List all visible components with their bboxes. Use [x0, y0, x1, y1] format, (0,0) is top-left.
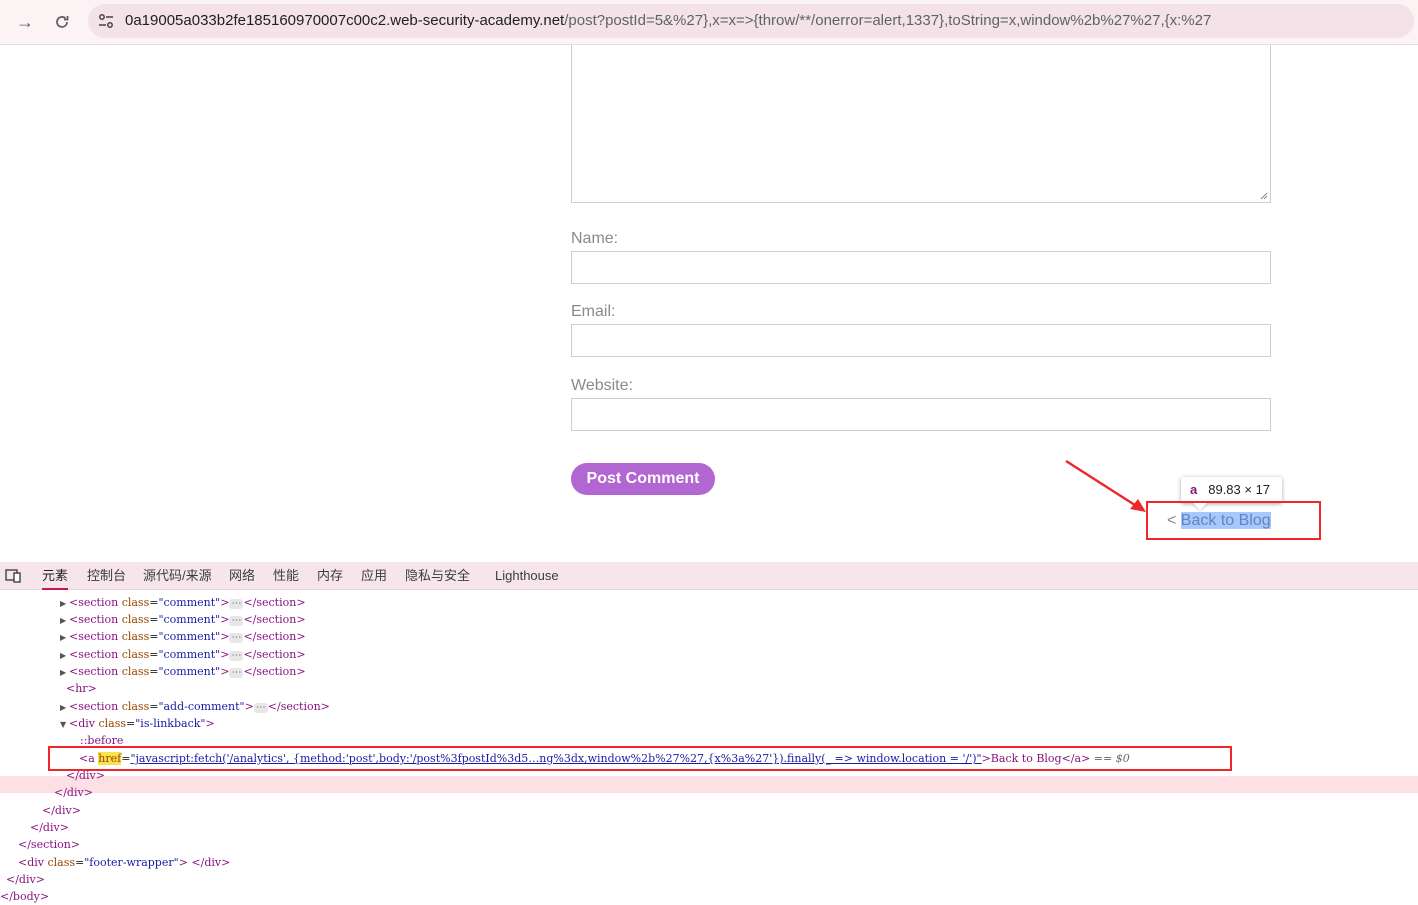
expand-arrow-icon[interactable]: ▶ [60, 595, 69, 612]
email-field[interactable] [571, 324, 1271, 357]
dom-node-close-div[interactable]: </div> [54, 784, 93, 801]
dom-node-close-section[interactable]: </section> [18, 836, 80, 853]
website-label: Website: [571, 377, 633, 394]
email-label: Email: [571, 303, 616, 320]
page-content: Name: Email: Website: Post Comment a 89.8… [0, 45, 1418, 562]
name-label: Name: [571, 230, 619, 247]
post-comment-button[interactable]: Post Comment [571, 463, 715, 495]
url-text[interactable]: 0a19005a033b2fe185160970007c00c2.web-sec… [125, 12, 1211, 29]
dom-node-comment[interactable]: ▶ <section class="comment"> ⋯ </section> [60, 594, 306, 611]
tab-network[interactable]: 网络 [229, 562, 255, 590]
tab-privacy-security[interactable]: 隐私与安全 [405, 562, 470, 590]
dom-node-comment[interactable]: ▶ <section class="comment"> ⋯ </section> [60, 663, 306, 680]
comment-textarea[interactable] [571, 45, 1271, 203]
website-field[interactable] [571, 398, 1271, 431]
ellipsis-icon[interactable]: ⋯ [229, 616, 244, 626]
site-settings-icon[interactable] [96, 11, 116, 31]
devtools-tabbar: 元素 控制台 源代码/来源 网络 性能 内存 应用 隐私与安全 Lighthou… [0, 562, 1418, 590]
device-toolbar-icon[interactable] [5, 569, 21, 583]
dom-node-close-body[interactable]: </body> [0, 888, 49, 905]
browser-toolbar: → 0a19005a033b2fe185160970007c00c2.web-s… [0, 0, 1418, 45]
dom-tree: ▶ <section class="comment"> ⋯ </section> ▶ <… [0, 590, 1418, 903]
dom-node-comment[interactable]: ▶ <section class="comment"> ⋯ </section> [60, 628, 306, 645]
tab-memory[interactable]: 内存 [317, 562, 343, 590]
ellipsis-icon[interactable]: ⋯ [253, 703, 268, 713]
expand-arrow-icon[interactable]: ▶ [60, 664, 69, 681]
resize-handle-icon[interactable] [1260, 192, 1268, 200]
dom-node-close-div[interactable]: </div> [30, 819, 69, 836]
tab-console[interactable]: 控制台 [87, 562, 126, 590]
name-field[interactable] [571, 251, 1271, 284]
tab-application[interactable]: 应用 [361, 562, 387, 590]
dom-node-add-comment[interactable]: ▶ <section class="add-comment"> ⋯ </section… [60, 698, 330, 715]
expand-arrow-icon[interactable]: ▶ [60, 629, 69, 646]
dom-node-linkback[interactable]: ▼ <div class="is-linkback"> [60, 715, 215, 732]
collapse-arrow-icon[interactable]: ▼ [60, 716, 69, 733]
url-host: 0a19005a033b2fe185160970007c00c2.web-sec… [125, 12, 565, 29]
expand-arrow-icon[interactable]: ▶ [60, 612, 69, 629]
element-size-tooltip: a 89.83 × 17 [1181, 477, 1282, 503]
ellipsis-icon[interactable]: ⋯ [229, 668, 244, 678]
tab-sources[interactable]: 源代码/来源 [143, 562, 212, 590]
annotation-box-link [1146, 501, 1321, 540]
ellipsis-icon[interactable]: ⋯ [229, 651, 244, 661]
dom-node-footer[interactable]: <div class="footer-wrapper"> </div> [18, 854, 230, 871]
ellipsis-icon[interactable]: ⋯ [229, 633, 244, 643]
forward-icon[interactable]: → [12, 9, 38, 35]
expand-arrow-icon[interactable]: ▶ [60, 647, 69, 664]
dom-node-close-div[interactable]: </div> [6, 871, 45, 888]
annotation-box-node [48, 746, 1232, 771]
tooltip-tag: a [1190, 482, 1198, 497]
tab-lighthouse[interactable]: Lighthouse [495, 562, 559, 590]
tooltip-size: 89.83 × 17 [1208, 482, 1271, 497]
address-bar[interactable]: 0a19005a033b2fe185160970007c00c2.web-sec… [88, 4, 1414, 38]
dom-node-comment[interactable]: ▶ <section class="comment"> ⋯ </section> [60, 611, 306, 628]
dom-node-hr[interactable]: <hr> [66, 680, 97, 697]
url-path: /post?postId=5&%27},x=x=>{throw/**/onerr… [564, 12, 1212, 29]
expand-arrow-icon[interactable]: ▶ [60, 699, 69, 716]
dom-node-comment[interactable]: ▶ <section class="comment"> ⋯ </section> [60, 646, 306, 663]
devtools-panel: 元素 控制台 源代码/来源 网络 性能 内存 应用 隐私与安全 Lighthou… [0, 562, 1418, 903]
tab-elements[interactable]: 元素 [42, 562, 69, 590]
selected-row-highlight [0, 776, 1418, 793]
tab-performance[interactable]: 性能 [273, 562, 299, 590]
dom-node-close-div[interactable]: </div> [42, 802, 81, 819]
ellipsis-icon[interactable]: ⋯ [229, 599, 244, 609]
reload-icon[interactable] [49, 9, 75, 35]
annotation-arrow-icon [1065, 459, 1146, 512]
